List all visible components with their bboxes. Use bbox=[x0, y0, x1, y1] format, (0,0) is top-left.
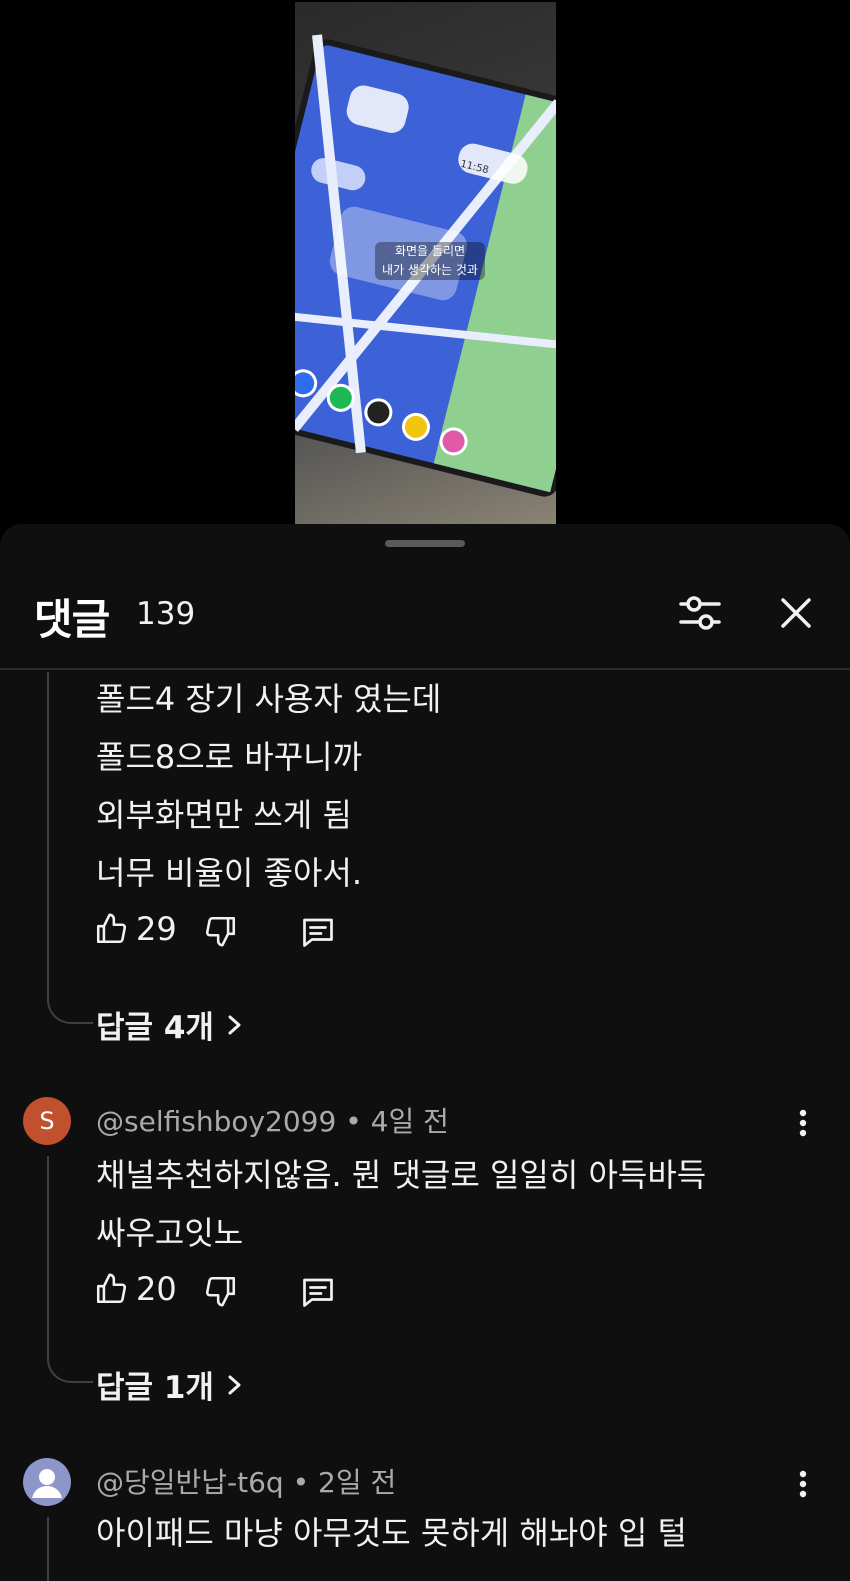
comment-reply-icon bbox=[303, 918, 333, 947]
thread-hook bbox=[47, 992, 93, 1024]
video-player[interactable]: 11:58 화면을 돌리면 내가 생각하는 것과 bbox=[0, 0, 850, 524]
replies-label: 답글 4개 bbox=[96, 1010, 214, 1046]
reply-button[interactable] bbox=[300, 1274, 336, 1310]
close-button[interactable] bbox=[771, 588, 821, 638]
video-subtitle: 화면을 돌리면 내가 생각하는 것과 bbox=[375, 242, 485, 280]
sort-filter-button[interactable] bbox=[675, 588, 725, 638]
thread-line bbox=[47, 672, 49, 992]
chevron-right-icon bbox=[228, 1375, 241, 1394]
more-vert-icon bbox=[799, 1470, 807, 1498]
comments-count: 139 bbox=[136, 596, 196, 632]
dislike-button[interactable] bbox=[204, 1274, 238, 1308]
more-vert-icon bbox=[799, 1109, 807, 1137]
meta-separator: • bbox=[345, 1105, 371, 1138]
avatar[interactable] bbox=[23, 1458, 71, 1506]
like-count: 20 bbox=[136, 1270, 177, 1308]
thread-line bbox=[47, 1517, 49, 1581]
like-button[interactable]: 29 bbox=[94, 910, 177, 948]
comment-text-line: 아이패드 마냥 아무것도 못하게 해놔야 입 털 bbox=[96, 1514, 687, 1552]
comment-meta: @selfishboy2099 • 4일 전 bbox=[96, 1100, 449, 1140]
thumbs-up-icon bbox=[96, 913, 127, 944]
comment-text-line: 폴드8으로 바꾸니까 bbox=[96, 738, 363, 776]
sort-filter-icon bbox=[679, 596, 721, 630]
comment-text-line: 싸우고잇노 bbox=[96, 1214, 244, 1252]
comment-text-line: 채널추천하지않음. 뭔 댓글로 일일히 아득바득 bbox=[96, 1156, 707, 1194]
view-replies-button[interactable]: 답글 4개 bbox=[96, 1002, 246, 1047]
thread-line bbox=[47, 1156, 49, 1351]
comment-meta: @당일반납-t6q • 2일 전 bbox=[96, 1461, 396, 1501]
view-replies-button[interactable]: 답글 1개 bbox=[96, 1362, 246, 1407]
comment-author[interactable]: @selfishboy2099 bbox=[96, 1105, 336, 1138]
subtitle-line-2: 내가 생각하는 것과 bbox=[382, 263, 478, 277]
comment-author[interactable]: @당일반납-t6q bbox=[96, 1466, 284, 1499]
replies-label: 답글 1개 bbox=[96, 1370, 214, 1406]
comments-sheet: 댓글 139 폴드4 장기 사용자 였는데 폴드8으로 바꾸니까 외부화면만 쓰… bbox=[0, 524, 850, 1581]
more-options-button[interactable] bbox=[783, 1462, 823, 1506]
default-avatar-icon bbox=[32, 1469, 62, 1498]
subtitle-line-1: 화면을 돌리면 bbox=[394, 244, 466, 258]
thumbs-up-icon bbox=[96, 1273, 127, 1304]
reply-button[interactable] bbox=[300, 914, 336, 950]
close-icon bbox=[781, 598, 811, 628]
comment-time: 4일 전 bbox=[370, 1105, 449, 1138]
comment-text-line: 폴드4 장기 사용자 였는데 bbox=[96, 680, 442, 718]
thumbs-down-icon bbox=[205, 916, 236, 947]
like-count: 29 bbox=[136, 910, 177, 948]
header-divider bbox=[0, 668, 850, 670]
avatar-letter: S bbox=[39, 1107, 55, 1135]
video-frame: 11:58 화면을 돌리면 내가 생각하는 것과 bbox=[295, 2, 556, 524]
like-button[interactable]: 20 bbox=[94, 1270, 177, 1308]
comment-reply-icon bbox=[303, 1278, 333, 1307]
comments-title: 댓글 bbox=[34, 595, 110, 644]
meta-separator: • bbox=[292, 1466, 319, 1499]
dislike-button[interactable] bbox=[204, 914, 238, 948]
comment-text-line: 너무 비율이 좋아서. bbox=[96, 854, 363, 892]
drag-handle[interactable] bbox=[385, 540, 465, 547]
comment-time: 2일 전 bbox=[318, 1466, 397, 1499]
thumbs-down-icon bbox=[205, 1276, 236, 1307]
chevron-right-icon bbox=[228, 1015, 241, 1034]
more-options-button[interactable] bbox=[783, 1101, 823, 1145]
avatar[interactable]: S bbox=[23, 1097, 71, 1145]
comment-text-line: 외부화면만 쓰게 됨 bbox=[96, 796, 352, 834]
thread-hook bbox=[47, 1351, 93, 1383]
